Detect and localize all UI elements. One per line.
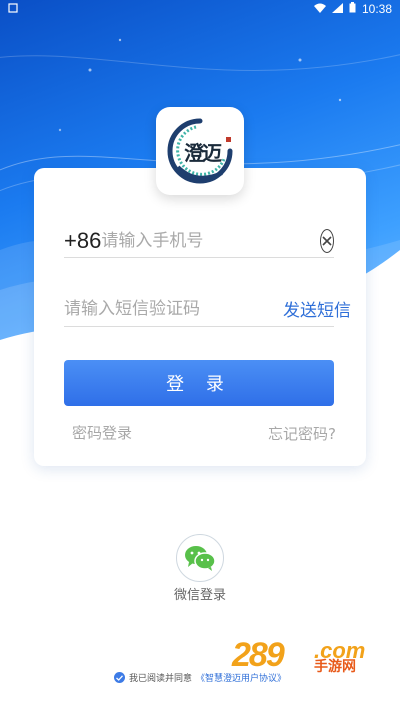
agreement-prefix: 我已阅读并同意	[128, 674, 192, 684]
clear-phone-button[interactable]	[320, 228, 335, 253]
watermark-number: 289	[232, 636, 285, 674]
password-login-link[interactable]: 密码登录	[72, 422, 132, 443]
battery-icon	[349, 2, 356, 16]
close-icon	[322, 235, 332, 246]
user-agreement-link[interactable]: 《智慧澄迈用户协议》	[196, 671, 286, 684]
phone-row: +86	[64, 224, 335, 258]
watermark-logo: 289 .com 手游网	[232, 636, 382, 675]
send-sms-button[interactable]: 发送短信	[283, 296, 351, 321]
login-card: +86 发送短信 登 录 密码登录 忘记密码?	[34, 168, 366, 466]
sms-code-input[interactable]	[64, 298, 283, 319]
wechat-login-button[interactable]	[176, 534, 224, 582]
wechat-icon	[185, 546, 216, 571]
sms-row: 发送短信	[64, 291, 351, 327]
phone-input[interactable]	[101, 230, 321, 251]
signal-icon	[331, 2, 343, 16]
notification-icon	[8, 2, 18, 16]
wifi-icon	[313, 3, 326, 16]
status-time: 10:38	[361, 2, 392, 16]
status-left	[8, 2, 18, 16]
agreement-checkbox[interactable]	[113, 672, 125, 683]
forgot-password-link[interactable]: 忘记密码?	[268, 423, 336, 444]
country-code[interactable]: +86	[64, 228, 101, 254]
app-logo: 澄迈	[156, 107, 244, 195]
status-bar: 10:38	[0, 0, 400, 18]
agreement-row: 我已阅读并同意 《智慧澄迈用户协议》	[0, 671, 400, 684]
logo-text: 澄迈	[184, 141, 222, 165]
login-button[interactable]: 登 录	[64, 360, 334, 406]
checkmark-icon	[116, 674, 123, 681]
wechat-login-label: 微信登录	[173, 588, 226, 603]
status-right: 10:38	[313, 2, 392, 16]
